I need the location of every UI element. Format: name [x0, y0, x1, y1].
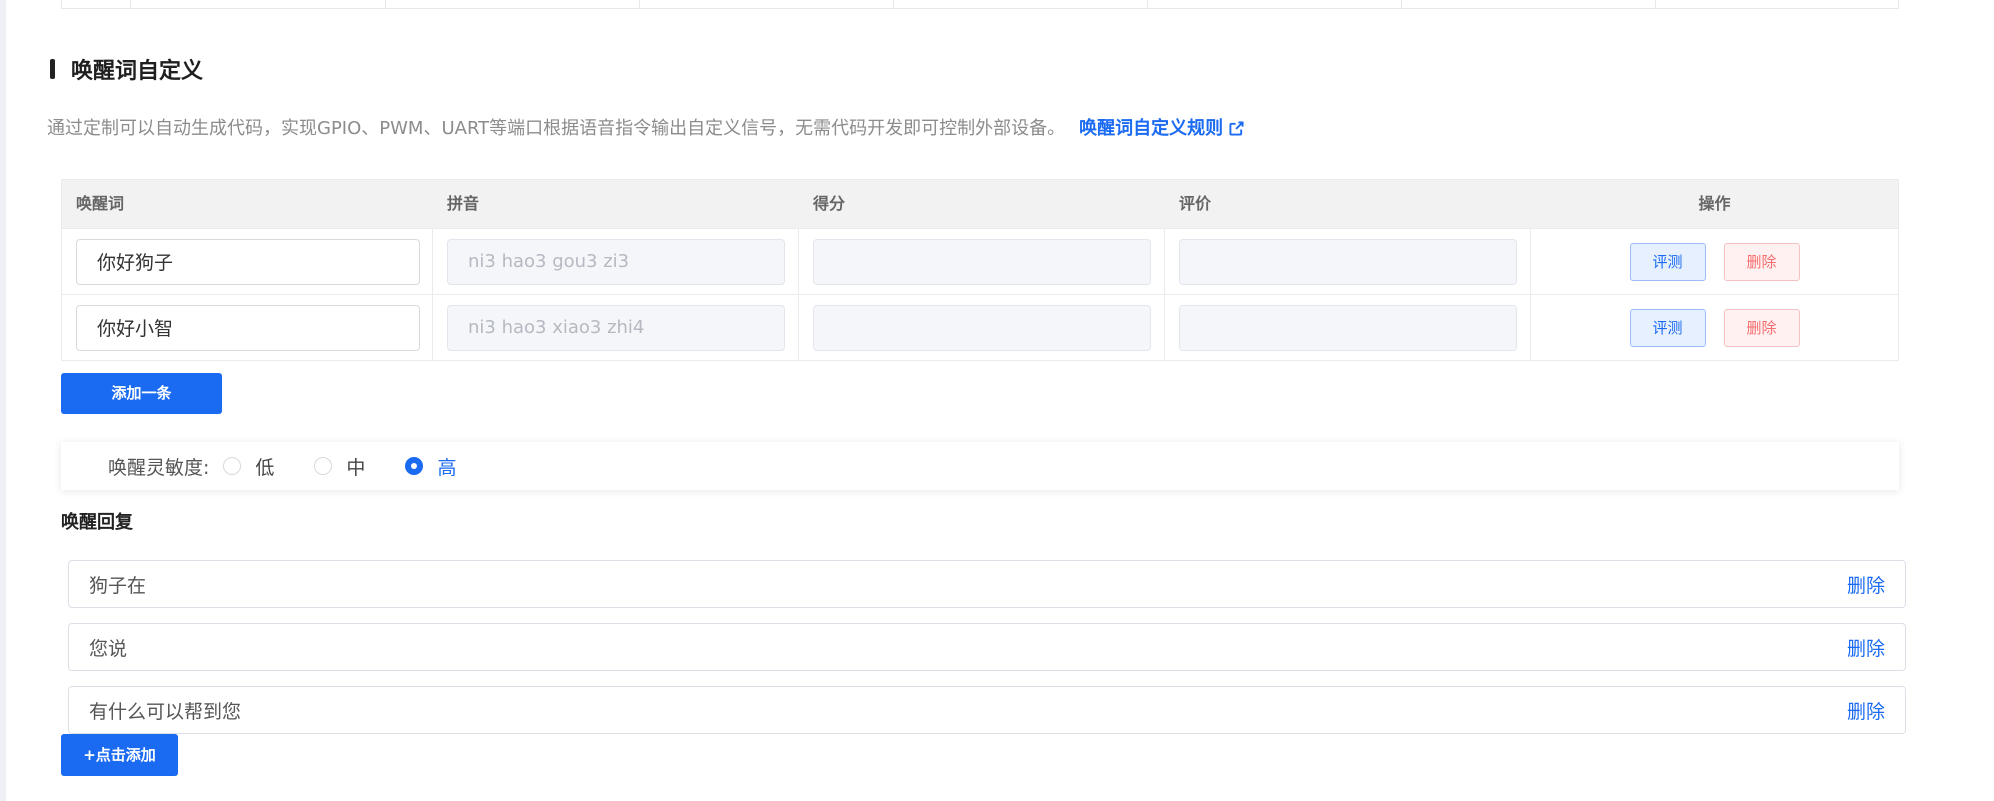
- rule-link-label: 唤醒词自定义规则: [1079, 118, 1224, 139]
- sensitivity-option-low[interactable]: 低: [223, 453, 274, 480]
- reply-text[interactable]: 有什么可以帮到您: [89, 697, 241, 724]
- header-review: 评价: [1179, 194, 1212, 213]
- radio-circle: [223, 457, 242, 475]
- reply-text[interactable]: 狗子在: [89, 571, 146, 598]
- reply-item: 有什么可以帮到您 删除: [68, 686, 1906, 734]
- radio-label: 中: [346, 456, 366, 479]
- header-pinyin: 拼音: [447, 194, 480, 213]
- review-field: [1179, 238, 1517, 285]
- rule-link[interactable]: 唤醒词自定义规则: [1079, 118, 1244, 139]
- delete-reply-link[interactable]: 删除: [1847, 634, 1885, 661]
- evaluate-button[interactable]: 评测: [1629, 242, 1706, 281]
- page: 唤醒词自定义 通过定制可以自动生成代码，实现GPIO、PWM、UART等端口根据…: [0, 0, 1994, 801]
- reply-item: 您说 删除: [68, 623, 1906, 671]
- radio-circle: [314, 457, 333, 475]
- score-field: [813, 238, 1151, 285]
- sensitivity-option-high[interactable]: 高: [405, 453, 456, 480]
- wake-word-input[interactable]: [76, 238, 420, 285]
- delete-row-button[interactable]: 删除: [1723, 242, 1800, 281]
- radio-circle-selected: [405, 457, 424, 475]
- row-actions: 评测 删除: [1545, 242, 1898, 281]
- external-link-icon: [1229, 121, 1244, 136]
- add-row-button[interactable]: 添加一条: [61, 373, 222, 414]
- section-description: 通过定制可以自动生成代码，实现GPIO、PWM、UART等端口根据语音指令输出自…: [47, 114, 1244, 140]
- score-field: [813, 304, 1151, 351]
- reply-text[interactable]: 您说: [89, 634, 127, 661]
- delete-reply-link[interactable]: 删除: [1847, 571, 1885, 598]
- add-reply-button[interactable]: +点击添加: [61, 734, 178, 776]
- pinyin-field: ni3 hao3 xiao3 zhi4: [447, 304, 785, 351]
- delete-reply-link[interactable]: 删除: [1847, 697, 1885, 724]
- radio-label: 低: [255, 456, 275, 479]
- previous-table-remnant: [61, 0, 1899, 9]
- delete-row-button[interactable]: 删除: [1723, 308, 1800, 347]
- table-header: 唤醒词 拼音 得分 评价 操作: [62, 180, 1898, 228]
- sensitivity-panel: 唤醒灵敏度: 低 中 高: [61, 442, 1899, 490]
- evaluate-button[interactable]: 评测: [1629, 308, 1706, 347]
- wake-word-input[interactable]: [76, 304, 420, 351]
- header-word: 唤醒词: [76, 194, 125, 213]
- row-actions: 评测 删除: [1545, 308, 1898, 347]
- description-text: 通过定制可以自动生成代码，实现GPIO、PWM、UART等端口根据语音指令输出自…: [47, 118, 1066, 139]
- wake-word-table: 唤醒词 拼音 得分 评价 操作 ni3 hao3 gou3 zi3 评测 删除 …: [61, 179, 1899, 361]
- radio-label: 高: [437, 456, 457, 479]
- table-row: ni3 hao3 gou3 zi3 评测 删除: [62, 228, 1898, 294]
- review-field: [1179, 304, 1517, 351]
- section-header: 唤醒词自定义: [50, 56, 204, 84]
- section-bar-marker: [50, 59, 55, 79]
- reply-item: 狗子在 删除: [68, 560, 1906, 608]
- pinyin-field: ni3 hao3 gou3 zi3: [447, 238, 785, 285]
- header-score: 得分: [813, 194, 846, 213]
- header-actions: 操作: [1698, 194, 1731, 213]
- sensitivity-option-medium[interactable]: 中: [314, 453, 365, 480]
- table-row: ni3 hao3 xiao3 zhi4 评测 删除: [62, 294, 1898, 360]
- reply-section-title: 唤醒回复: [61, 512, 133, 533]
- section-title: 唤醒词自定义: [71, 59, 204, 84]
- sensitivity-label: 唤醒灵敏度:: [108, 456, 210, 479]
